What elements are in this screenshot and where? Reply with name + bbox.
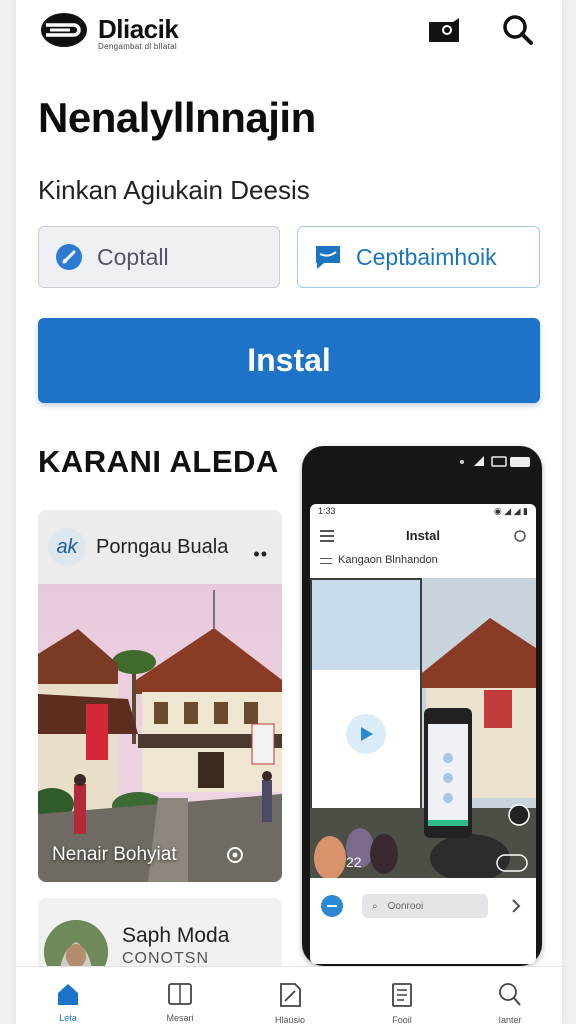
document-icon	[392, 983, 412, 1007]
viewer-count: 22	[346, 854, 362, 870]
phone-search-field[interactable]: ⌕ Oonrooi	[362, 894, 488, 918]
app-screen: Dliacik Dengambat dl bllatal Nenalyllnna…	[16, 0, 562, 1024]
search-icon: ⌕	[372, 900, 378, 912]
phone-screen-title: Instal	[406, 528, 440, 543]
copy-option-label: Coptall	[97, 243, 169, 270]
book-icon	[168, 983, 192, 1005]
video-tile[interactable]	[312, 580, 420, 808]
search-icon	[499, 983, 521, 1006]
nav-item-notes[interactable]: Hlausio	[250, 967, 330, 1024]
chat-option-button[interactable]: Ceptbaimhoik	[297, 226, 540, 288]
phone-media-area: 22	[310, 578, 536, 878]
phone-signal-icon: ◉ ◢ ◢ ▮	[493, 506, 528, 516]
phone-bottom-bar: ⌕ Oonrooi	[310, 886, 536, 930]
phone-screen: 1:33 ◉ ◢ ◢ ▮ Instal Kangaon Blnhandon 22…	[310, 504, 536, 964]
nav-label-search: Ianter	[498, 1015, 522, 1024]
more-options-icon[interactable]: ••	[253, 544, 268, 565]
nav-label-library: Mesari	[166, 1013, 194, 1023]
link-icon	[55, 243, 83, 271]
app-header: Dliacik Dengambat dl bllatal	[16, 0, 562, 64]
settings-icon[interactable]	[514, 530, 526, 542]
avatar: ak	[48, 528, 86, 566]
page-subtitle: Kinkan Agiukain Deesis	[38, 175, 310, 205]
search-icon	[503, 15, 533, 45]
post-card[interactable]: ak Porngau Buala •• Nenair Bohyiat	[38, 510, 282, 882]
search-button[interactable]	[500, 14, 536, 46]
note-icon	[280, 983, 301, 1007]
chat-option-label: Ceptbaimhoik	[356, 243, 497, 270]
refresh-icon[interactable]	[508, 804, 530, 826]
chevron-right-icon[interactable]	[510, 898, 522, 914]
camera-button[interactable]	[426, 14, 462, 46]
location-pin-icon[interactable]	[226, 846, 244, 864]
bottom-nav: Leta Mesari Hlausio Fooil Ianter	[16, 966, 562, 1024]
phone-search-placeholder: Oonrooi	[387, 900, 424, 912]
small-phone-icon	[424, 708, 472, 838]
play-icon[interactable]	[346, 714, 386, 754]
camera-switch-icon[interactable]	[496, 854, 528, 872]
profile-card-title: Saph Moda	[122, 924, 230, 947]
nav-item-search[interactable]: Ianter	[470, 967, 550, 1024]
post-card-header: ak Porngau Buala ••	[38, 510, 282, 584]
nav-item-documents[interactable]: Fooil	[362, 967, 442, 1024]
post-card-caption: Nenair Bohyiat	[52, 844, 177, 865]
brand-name: Dliacik	[98, 14, 179, 44]
section-title: KARANI ALEDA	[38, 444, 279, 479]
page-title: Nenalyllnnajin	[38, 94, 316, 141]
phone-status-bar	[302, 446, 542, 480]
copy-option-button[interactable]: Coptall	[38, 226, 280, 288]
nav-label-notes: Hlausio	[274, 1015, 305, 1024]
phone-screen-status: 1:33 ◉ ◢ ◢ ▮	[310, 504, 536, 520]
share-icon[interactable]	[320, 894, 344, 918]
building-photo	[38, 584, 282, 882]
nav-label-home: Leta	[59, 1013, 77, 1023]
list-icon	[320, 558, 332, 564]
menu-icon[interactable]	[320, 530, 334, 542]
brand-logo-icon	[41, 13, 87, 47]
camera-icon	[429, 18, 459, 42]
nav-label-documents: Fooil	[392, 1015, 412, 1024]
nav-item-library[interactable]: Mesari	[140, 967, 220, 1024]
install-button[interactable]: Instal	[38, 318, 540, 403]
brand-tagline: Dengambat dl bllatal	[98, 42, 177, 51]
phone-mockup: 1:33 ◉ ◢ ◢ ▮ Instal Kangaon Blnhandon 22…	[302, 446, 542, 966]
phone-screen-subtitle: Kangaon Blnhandon	[338, 554, 438, 566]
nav-item-home[interactable]: Leta	[28, 967, 108, 1024]
home-icon	[58, 984, 78, 1005]
chat-bubble-icon	[314, 243, 342, 271]
post-card-title: Porngau Buala	[96, 535, 229, 558]
phone-time: 1:33	[318, 506, 336, 516]
video-thumbnail	[312, 580, 420, 670]
